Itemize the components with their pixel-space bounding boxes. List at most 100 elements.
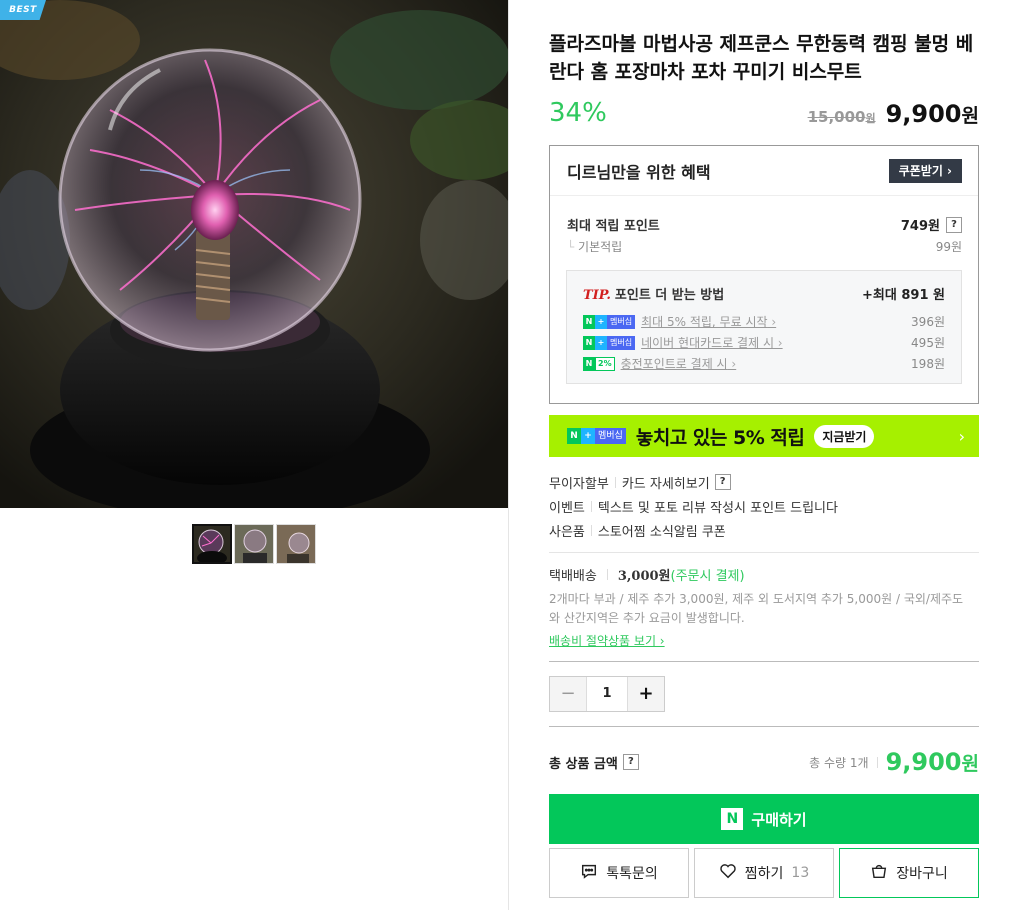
tip-row-card[interactable]: N+멤버십 네이버 현대카드로 결제 시 495원 [583, 334, 945, 351]
thumbnail-image [277, 525, 315, 563]
shipping-summary: 택배배송 3,000원 (주문시 결제) [549, 565, 979, 584]
chevron-right-icon: › [958, 426, 965, 446]
help-icon[interactable]: ? [714, 474, 731, 490]
tip-row-link[interactable]: 최대 5% 적립, 무료 시작 [641, 313, 776, 330]
secondary-actions: 톡톡문의 찜하기 13 장바구니 [549, 848, 979, 898]
total-price: 9,900원 [886, 748, 979, 776]
badge-plus: + [595, 335, 607, 350]
thumbnail-image [235, 525, 273, 563]
shipping-condition: (주문시 결제) [670, 569, 745, 584]
talk-inquiry-button[interactable]: 톡톡문의 [549, 848, 689, 898]
total-price-unit: 원 [961, 753, 979, 775]
coupon-button[interactable]: 쿠폰받기 › [888, 158, 962, 183]
divider [549, 726, 979, 727]
info-value: 스토어찜 소식알림 쿠폰 [597, 524, 726, 540]
heart-icon [719, 862, 737, 884]
naver-pay-point-badge: N 2% [583, 356, 615, 371]
best-badge: BEST [0, 0, 46, 20]
banner-get-button[interactable]: 지금받기 [814, 424, 875, 448]
total-row: 총 상품 금액 ? 총 수량 1개 9,900원 [549, 748, 979, 776]
naver-membership-badge: N + 멤버십 [567, 428, 626, 444]
badge-plus: + [595, 314, 607, 329]
quantity-increase-button[interactable]: + [628, 677, 664, 711]
max-point-row: 최대 적립 포인트 749원 ? [567, 215, 962, 234]
original-price-unit: 원 [865, 112, 876, 125]
buy-label: 구매하기 [751, 810, 807, 829]
info-value: 텍스트 및 포토 리뷰 작성시 포인트 드립니다 [597, 500, 838, 516]
tip-row-charge-point[interactable]: N2% 충전포인트로 결제 시 198원 [583, 355, 945, 372]
original-price: 15,000원 [808, 108, 876, 126]
cart-label: 장바구니 [896, 866, 948, 882]
benefit-header: 디르님만을 위한 혜택 쿠폰받기 › [550, 146, 978, 196]
cart-button[interactable]: 장바구니 [839, 848, 979, 898]
shipping-description: 2개마다 부과 / 제주 추가 3,000원, 제주 외 도서지역 추가 5,0… [549, 592, 964, 625]
base-point-value: 99원 [935, 240, 962, 254]
cart-icon [870, 862, 888, 884]
separator [876, 756, 878, 768]
total-price-value: 9,900 [885, 748, 962, 776]
badge-text: 멤버십 [607, 314, 636, 329]
chat-icon [580, 862, 598, 884]
shipping-method: 택배배송 [549, 569, 597, 584]
help-icon[interactable]: ? [622, 754, 639, 770]
naver-membership-badge: N + 멤버십 [583, 314, 636, 329]
sale-price-value: 9,900 [885, 100, 962, 128]
thumbnail-image [194, 526, 230, 562]
thumbnail-3[interactable] [276, 524, 316, 564]
info-key: 이벤트 [549, 500, 585, 516]
thumbnail-1[interactable] [192, 524, 232, 564]
tip-row-membership[interactable]: N+멤버십 최대 5% 적립, 무료 시작 396원 [583, 313, 945, 330]
tip-row-left: N + 멤버십 네이버 현대카드로 결제 시 [583, 334, 783, 351]
product-gallery: BEST [0, 0, 509, 910]
total-right: 총 수량 1개 9,900원 [809, 748, 979, 776]
max-point-label: 최대 적립 포인트 [567, 219, 660, 234]
tip-title: TIP. 포인트 더 받는 방법 [583, 284, 724, 303]
base-point-row: 기본적립 99원 [567, 238, 962, 255]
quantity-input[interactable]: 1 [586, 677, 628, 711]
divider [549, 661, 979, 662]
info-row-installment: 무이자할부 카드 자세히보기 ? [549, 470, 979, 494]
plasma-ball-photo [0, 0, 508, 508]
naver-n-icon: N [721, 808, 744, 830]
tip-row-value: 396원 [911, 315, 945, 329]
separator [590, 500, 592, 512]
tip-box: TIP. 포인트 더 받는 방법 +최대 891 원 N + 멤버십 최대 5% 적립… [566, 270, 962, 384]
quantity-decrease-button[interactable]: − [550, 677, 586, 711]
separator [614, 476, 616, 488]
thumbnail-strip [192, 524, 316, 564]
original-price-value: 15,000 [807, 108, 866, 126]
badge-n: N [583, 335, 595, 350]
badge-text: 멤버십 [595, 428, 626, 444]
sale-price-unit: 원 [961, 105, 979, 127]
info-row-event: 이벤트 텍스트 및 포토 리뷰 작성시 포인트 드립니다 [549, 494, 979, 518]
sale-price: 9,900원 [886, 100, 979, 128]
main-product-image[interactable] [0, 0, 508, 508]
wish-label: 찜하기 [744, 866, 784, 882]
benefit-title: 디르님만을 위한 혜택 [567, 162, 711, 182]
info-key: 사은품 [549, 524, 585, 540]
separator [590, 524, 592, 536]
price-row: 15,000원 9,900원 [808, 100, 979, 128]
wish-button[interactable]: 찜하기 13 [694, 848, 834, 898]
tip-row-link[interactable]: 충전포인트로 결제 시 [621, 355, 737, 372]
max-point-value: 749원 [900, 219, 940, 234]
tip-title-text: 포인트 더 받는 방법 [614, 288, 725, 303]
membership-banner[interactable]: N + 멤버십 놓치고 있는 5% 적립 지금받기 › [549, 415, 979, 457]
badge-n: N [583, 356, 595, 371]
max-point-value-wrap: 749원 ? [901, 215, 962, 234]
naver-membership-badge: N + 멤버십 [583, 335, 636, 350]
help-icon[interactable]: ? [946, 216, 962, 233]
banner-text: 놓치고 있는 5% 적립 [635, 426, 805, 449]
tip-row-link[interactable]: 네이버 현대카드로 결제 시 [641, 334, 783, 351]
benefit-box: 디르님만을 위한 혜택 쿠폰받기 › 최대 적립 포인트 749원 ? 기본적립… [549, 145, 979, 404]
product-title: 플라즈마볼 마법사공 제프쿤스 무한동력 캠핑 불멍 베란다 홈 포장마차 포차… [549, 33, 974, 83]
shipping-saving-link[interactable]: 배송비 절약상품 보기 › [549, 632, 665, 649]
info-key: 무이자할부 [549, 476, 609, 492]
info-list: 무이자할부 카드 자세히보기 ? 이벤트 텍스트 및 포토 리뷰 작성시 포인트… [549, 470, 979, 542]
total-label: 총 상품 금액 [549, 756, 618, 772]
thumbnail-2[interactable] [234, 524, 274, 564]
buy-button[interactable]: N 구매하기 [549, 794, 979, 844]
card-detail-link[interactable]: 카드 자세히보기 [622, 473, 710, 492]
total-label-wrap: 총 상품 금액 ? [549, 753, 639, 772]
shipping-fee: 3,000원 [617, 569, 671, 584]
